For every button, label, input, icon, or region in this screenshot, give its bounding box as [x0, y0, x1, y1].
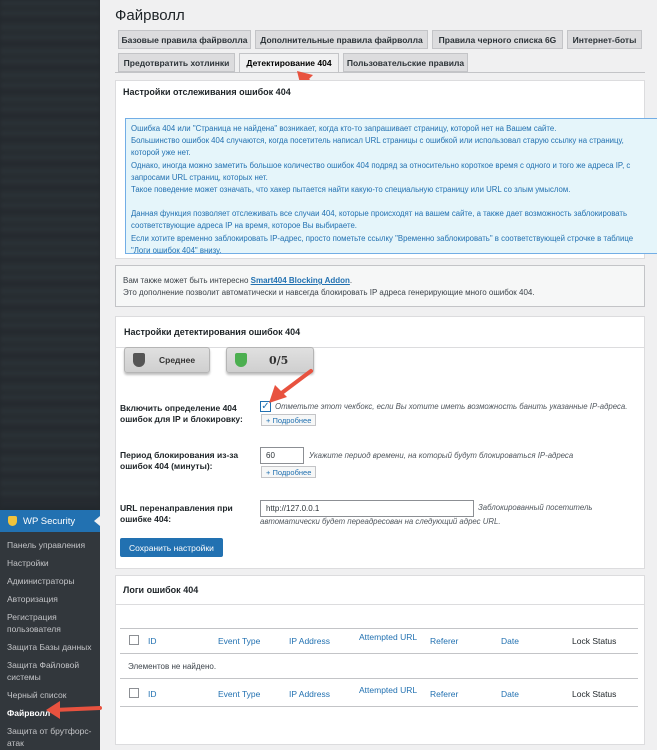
block-period-input[interactable]: 60 [260, 447, 304, 464]
tab-hotlinks[interactable]: Предотвратить хотлинки [118, 53, 235, 72]
shield-icon [8, 516, 17, 526]
table-divider [120, 706, 638, 707]
security-level-badge: Среднее [124, 347, 210, 373]
table-divider [120, 653, 638, 654]
main-content: Файрволл Базовые правила файрволла Допол… [100, 0, 657, 750]
redirect-url-hint-1: Заблокированный посетитель [478, 503, 593, 512]
block-period-hint: Укажите период времени, на который будут… [309, 451, 574, 460]
tab-custom-rules[interactable]: Пользовательские правила [343, 53, 468, 72]
tab-6g-blacklist[interactable]: Правила черного списка 6G [432, 30, 563, 49]
table-divider [120, 678, 638, 679]
more-info-button[interactable]: + Подробнее [261, 414, 317, 426]
table-empty-message: Элементов не найдено. [128, 662, 217, 671]
tabs-divider [115, 72, 645, 73]
addon-line-1: Вам также может быть интересно Smart404 … [123, 275, 637, 287]
notice-line: запросами URL страниц, которых нет. [131, 172, 268, 182]
sidebar-item-filesystem[interactable]: Защита Файловой системы [0, 656, 100, 686]
logs-box: Логи ошибок 404 [115, 575, 645, 745]
info-notice: Ошибка 404 или "Страница не найдена" воз… [125, 118, 657, 255]
sidebar-section-wp-security[interactable]: WP Security [0, 510, 100, 532]
notice-line: Данная функция позволяет отслеживать все… [131, 209, 628, 219]
sidebar-item-registration[interactable]: Регистрация пользователя [0, 608, 100, 638]
detection-settings-title: Настройки детектирования ошибок 404 [116, 317, 644, 348]
redirect-url-hint-2: автоматически будет переадресован на сле… [260, 517, 501, 526]
notice-line: Такое поведение может означать, что хаке… [131, 185, 571, 195]
security-score-value: 0/5 [269, 353, 289, 367]
sidebar-item-settings[interactable]: Настройки [0, 554, 100, 572]
block-period-label: Период блокирования из-за ошибок 404 (ми… [120, 450, 239, 471]
tracking-settings-box: Настройки отслеживания ошибок 404 Ошибка… [115, 80, 657, 259]
notice-line: соответствующие адреса IP на время, кото… [131, 221, 357, 231]
save-settings-button[interactable]: Сохранить настройки [120, 538, 223, 557]
shield-check-icon [235, 353, 247, 367]
tab-internet-bots[interactable]: Интернет-боты [567, 30, 642, 49]
col-referer[interactable]: Referer [430, 689, 458, 699]
col-attempted-url[interactable]: Attempted URL [359, 632, 417, 642]
col-attempted-url[interactable]: Attempted URL [359, 685, 417, 695]
blurred-menu-area [0, 0, 100, 505]
enable-404-hint: Отметьте этот чекбокс, если Вы хотите им… [275, 402, 628, 411]
shield-icon [133, 353, 145, 367]
sidebar-item-database[interactable]: Защита Базы данных [0, 638, 100, 656]
tracking-settings-title: Настройки отслеживания ошибок 404 [123, 87, 291, 97]
logs-title: Логи ошибок 404 [116, 576, 644, 605]
col-event-type[interactable]: Event Type [218, 689, 260, 699]
sidebar-item-admins[interactable]: Администраторы [0, 572, 100, 590]
notice-spacer [131, 196, 654, 208]
table-divider [120, 628, 638, 629]
annotation-arrow-firewall [46, 701, 102, 719]
select-all-checkbox[interactable] [129, 635, 139, 645]
col-date[interactable]: Date [501, 636, 519, 646]
sidebar-section-label: WP Security [23, 515, 76, 527]
addon-prefix: Вам также может быть интересно [123, 276, 251, 285]
notice-line: Если хотите временно заблокировать IP-ад… [131, 233, 634, 243]
select-all-checkbox-footer[interactable] [129, 688, 139, 698]
notice-line: "Логи ошибок 404" внизу. [131, 245, 222, 255]
col-event-type[interactable]: Event Type [218, 636, 260, 646]
addon-line-2: Это дополнение позволит автоматически и … [123, 288, 535, 297]
sidebar-item-login[interactable]: Авторизация [0, 590, 100, 608]
sidebar-item-dashboard[interactable]: Панель управления [0, 536, 100, 554]
redirect-url-label: URL перенаправления при ошибке 404: [120, 503, 233, 524]
col-referer[interactable]: Referer [430, 636, 458, 646]
smart404-addon-link[interactable]: Smart404 Blocking Addon [251, 276, 350, 285]
col-date[interactable]: Date [501, 689, 519, 699]
col-ip-address[interactable]: IP Address [289, 689, 330, 699]
col-id[interactable]: ID [148, 689, 157, 699]
admin-sidebar: WP Security Панель управления Настройки … [0, 0, 100, 750]
redirect-url-input[interactable]: http://127.0.0.1 [260, 500, 474, 517]
col-lock-status: Lock Status [572, 689, 617, 699]
more-info-button[interactable]: + Подробнее [261, 466, 317, 478]
notice-line: которой уже нет. [131, 148, 191, 158]
notice-line: Ошибка 404 или "Страница не найдена" воз… [131, 124, 557, 133]
sidebar-item-bruteforce[interactable]: Защита от брутфорс-атак [0, 722, 100, 750]
notice-line: Однако, иногда можно заметить большое ко… [131, 160, 631, 170]
tab-basic-rules[interactable]: Базовые правила файрволла [118, 30, 251, 49]
security-level-label: Среднее [159, 355, 196, 365]
annotation-arrow-checkbox [269, 369, 313, 403]
tab-additional-rules[interactable]: Дополнительные правила файрволла [255, 30, 428, 49]
enable-404-label: Включить определение 404 ошибок для IP и… [120, 403, 243, 424]
addon-notice: Вам также может быть интересно Smart404 … [115, 265, 645, 307]
col-ip-address[interactable]: IP Address [289, 636, 330, 646]
addon-suffix: . [349, 276, 353, 285]
notice-line: Большинство ошибок 404 случаются, когда … [131, 136, 624, 146]
col-lock-status: Lock Status [572, 636, 617, 646]
page-title: Файрволл [115, 7, 185, 24]
col-id[interactable]: ID [148, 636, 157, 646]
